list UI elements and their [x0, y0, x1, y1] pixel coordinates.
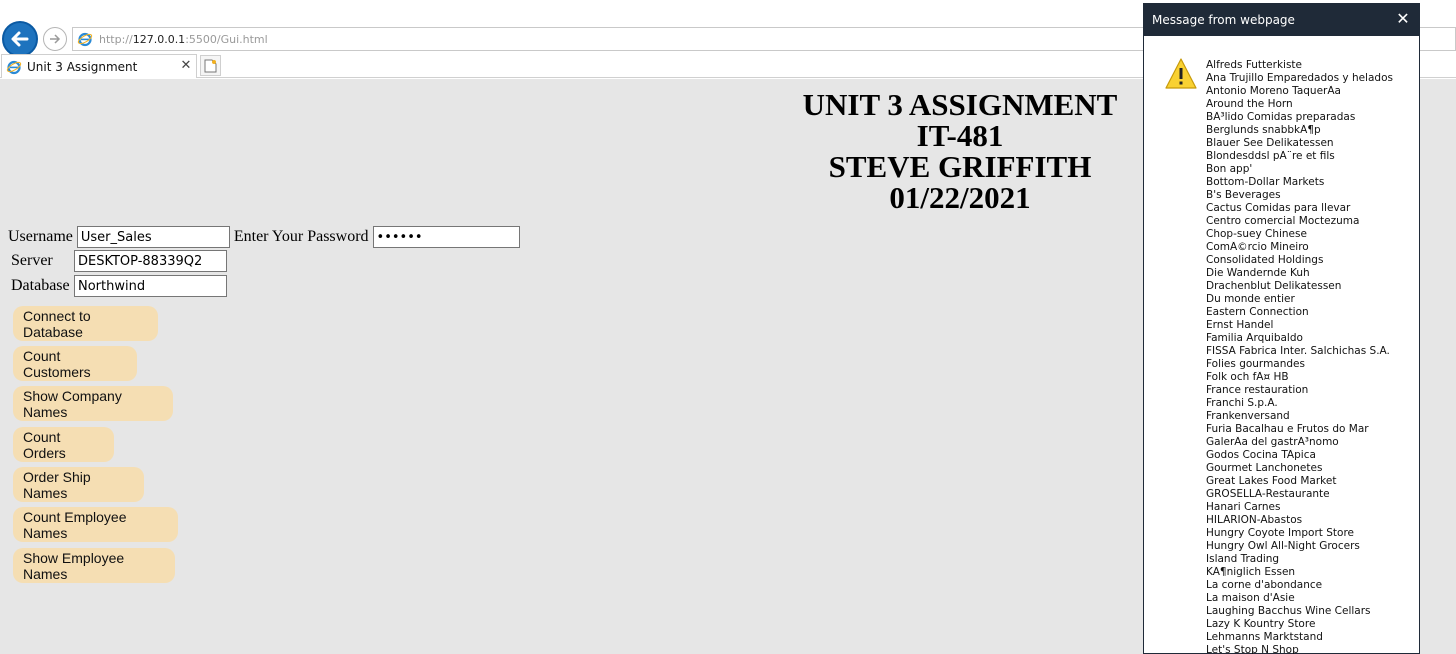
- list-item: Berglunds snabbkÃ¶p: [1206, 124, 1321, 136]
- list-item: La corne d'abondance: [1206, 579, 1323, 591]
- list-item: Great Lakes Food Market: [1206, 475, 1337, 487]
- list-item: FISSA Fabrica Inter. Salchichas S.A.: [1206, 345, 1390, 357]
- list-item: Familia Arquibaldo: [1206, 332, 1303, 344]
- list-item: Bon app': [1206, 163, 1253, 175]
- credentials-row: Username Enter Your Password: [8, 226, 520, 248]
- list-item: ComÃ©rcio Mineiro: [1206, 241, 1309, 253]
- list-item: Alfreds Futterkiste: [1206, 59, 1302, 71]
- database-input[interactable]: [74, 275, 227, 297]
- list-item: Hanari Carnes: [1206, 501, 1281, 513]
- list-item: Blondesddsl pÃ¨re et fils: [1206, 150, 1335, 162]
- server-row: Server: [11, 250, 227, 272]
- list-item: GROSELLA-Restaurante: [1206, 488, 1330, 500]
- list-item: Hungry Owl All-Night Grocers: [1206, 540, 1360, 552]
- password-label: Enter Your Password: [233, 228, 369, 245]
- list-item: Gourmet Lanchonetes: [1206, 462, 1323, 474]
- list-item: Drachenblut Delikatessen: [1206, 280, 1342, 292]
- back-button[interactable]: [2, 21, 38, 57]
- dialog-titlebar: Message from webpage: [1144, 4, 1419, 36]
- list-item: Lehmanns Marktstand: [1206, 631, 1323, 643]
- list-item: Island Trading: [1206, 553, 1280, 565]
- show-company-names-button[interactable]: Show Company Names: [13, 386, 173, 421]
- dialog-title: Message from webpage: [1152, 13, 1295, 27]
- list-item: Franchi S.p.A.: [1206, 397, 1278, 409]
- list-item: Furia Bacalhau e Frutos do Mar: [1206, 423, 1369, 435]
- list-item: Ana Trujillo Emparedados y helados: [1206, 72, 1393, 84]
- list-item: Hungry Coyote Import Store: [1206, 527, 1354, 539]
- order-ship-names-button[interactable]: Order Ship Names: [13, 467, 144, 502]
- list-item: Godos Cocina TÃ­pica: [1206, 449, 1316, 461]
- list-item: France restauration: [1206, 384, 1309, 396]
- list-item: Centro comercial Moctezuma: [1206, 215, 1360, 227]
- list-item: Laughing Bacchus Wine Cellars: [1206, 605, 1371, 617]
- list-item: Du monde entier: [1206, 293, 1295, 305]
- url-text: http://127.0.0.1:5500/Gui.html: [99, 32, 268, 46]
- count-orders-button[interactable]: Count Orders: [13, 427, 114, 462]
- list-item: Let's Stop N Shop: [1206, 644, 1299, 654]
- list-item: Blauer See Delikatessen: [1206, 137, 1334, 149]
- arrow-left-icon: [11, 31, 29, 47]
- warning-icon: [1165, 58, 1197, 89]
- list-item: Folk och fÃ¤ HB: [1206, 371, 1289, 383]
- forward-button[interactable]: [43, 27, 67, 51]
- username-input[interactable]: [76, 226, 230, 248]
- connect-database-button[interactable]: Connect to Database: [13, 306, 158, 341]
- list-item: Lazy K Kountry Store: [1206, 618, 1316, 630]
- list-item: BÃ³lido Comidas preparadas: [1206, 111, 1356, 123]
- ie-icon: [77, 32, 93, 47]
- show-employee-names-button[interactable]: Show Employee Names: [13, 548, 175, 583]
- list-item: GalerÃ­a del gastrÃ³nomo: [1206, 436, 1339, 448]
- message-dialog: Message from webpage ✕ Alfreds Futterkis…: [1143, 3, 1420, 654]
- tab-unit3[interactable]: Unit 3 Assignment ✕: [1, 54, 197, 78]
- username-label: Username: [8, 228, 73, 245]
- list-item: B's Beverages: [1206, 189, 1281, 201]
- count-customers-button[interactable]: Count Customers: [13, 346, 137, 381]
- database-row: Database: [11, 275, 227, 297]
- count-employee-names-button[interactable]: Count Employee Names: [13, 507, 178, 542]
- list-item: Cactus Comidas para llevar: [1206, 202, 1351, 214]
- server-input[interactable]: [74, 250, 227, 272]
- new-tab-button[interactable]: [200, 55, 221, 76]
- list-item: Folies gourmandes: [1206, 358, 1305, 370]
- list-item: Eastern Connection: [1206, 306, 1309, 318]
- password-input[interactable]: [372, 226, 520, 248]
- new-tab-icon: [204, 59, 217, 72]
- page-title: UNIT 3 ASSIGNMENT IT-481 STEVE GRIFFITH …: [802, 87, 1118, 215]
- database-label: Database: [11, 277, 70, 294]
- arrow-right-icon: [50, 34, 61, 44]
- list-item: HILARION-Abastos: [1206, 514, 1303, 526]
- list-item: Around the Horn: [1206, 98, 1293, 110]
- ie-icon: [6, 60, 22, 74]
- close-icon[interactable]: ✕: [179, 59, 193, 73]
- list-item: Ernst Handel: [1206, 319, 1274, 331]
- list-item: Frankenversand: [1206, 410, 1290, 422]
- list-item: KÃ¶niglich Essen: [1206, 566, 1296, 578]
- list-item: Antonio Moreno TaquerÃ­a: [1206, 85, 1341, 97]
- list-item: La maison d'Asie: [1206, 592, 1295, 604]
- customer-list: Alfreds Futterkiste Ana Trujillo Empareda…: [1206, 59, 1416, 654]
- tab-title: Unit 3 Assignment: [27, 59, 138, 74]
- close-icon[interactable]: ✕: [1393, 9, 1413, 29]
- list-item: Die Wandernde Kuh: [1206, 267, 1310, 279]
- server-label: Server: [11, 252, 53, 269]
- list-item: Bottom-Dollar Markets: [1206, 176, 1325, 188]
- list-item: Consolidated Holdings: [1206, 254, 1324, 266]
- list-item: Chop-suey Chinese: [1206, 228, 1307, 240]
